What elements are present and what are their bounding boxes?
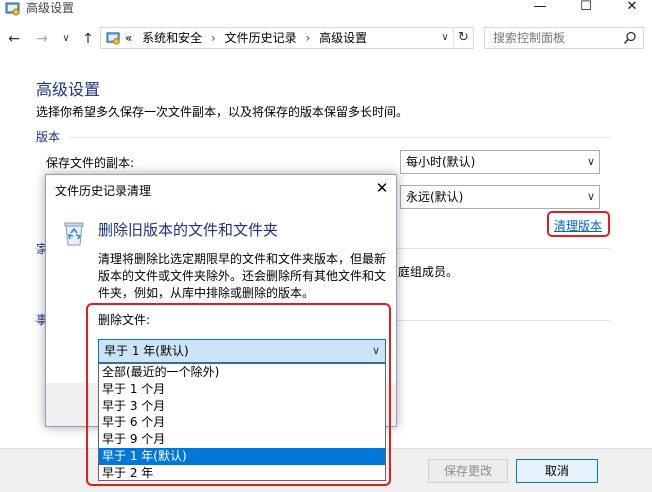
up-button[interactable]: ↑ xyxy=(78,29,98,49)
delete-files-label: 删除文件: xyxy=(98,313,151,327)
versions-section-header: 版本 xyxy=(36,130,61,144)
delete-files-value: 早于 1 年(默认) xyxy=(104,344,189,358)
search-placeholder: 搜索控制面板 xyxy=(493,31,566,45)
navigation-bar: ← → ∨ ↑ « 系统和安全 › 文件历史记录 › 高级设置 ∨ ↻ 搜索控制… xyxy=(0,24,652,54)
delete-files-select[interactable]: 早于 1 年(默认) ∨ xyxy=(98,339,386,363)
recent-locations-button[interactable]: ∨ xyxy=(56,29,76,49)
dialog-heading: 删除旧版本的文件和文件夹 xyxy=(98,221,279,239)
dropdown-option[interactable]: 早于 2 年 xyxy=(99,465,385,482)
back-button[interactable]: ← xyxy=(4,29,24,49)
maximize-button[interactable]: ☐ xyxy=(566,0,606,18)
refresh-button[interactable]: ↻ xyxy=(453,28,473,48)
recycle-bin-icon xyxy=(64,222,84,246)
cleanup-versions-highlight: 清理版本 xyxy=(547,211,610,237)
breadcrumb-separator[interactable]: › xyxy=(306,31,311,45)
control-panel-icon xyxy=(106,32,120,45)
dropdown-option[interactable]: 早于 9 个月 xyxy=(99,431,385,448)
address-dropdown-button[interactable]: ∨ xyxy=(437,28,453,48)
close-window-button[interactable]: ✕ xyxy=(612,0,652,18)
address-bar[interactable]: « 系统和安全 › 文件历史记录 › 高级设置 ∨ ↻ xyxy=(100,27,474,49)
breadcrumb-item[interactable]: 高级设置 xyxy=(319,31,367,45)
title-bar: 高级设置 — ☐ ✕ xyxy=(0,0,652,20)
save-changes-button[interactable]: 保存更改 xyxy=(428,459,508,483)
breadcrumb-item[interactable]: 文件历史记录 xyxy=(225,31,297,45)
window-title: 高级设置 xyxy=(26,1,75,15)
dropdown-option[interactable]: 早于 1 年(默认) xyxy=(99,447,385,465)
save-frequency-value: 每小时(默认) xyxy=(406,155,476,169)
cleanup-versions-link[interactable]: 清理版本 xyxy=(554,217,602,234)
keep-versions-value: 永远(默认) xyxy=(406,190,464,204)
save-copies-label: 保存文件的副本: xyxy=(46,156,135,170)
control-panel-icon xyxy=(5,2,20,16)
dialog-description: 清理将删除比选定期限早的文件和文件夹版本，但最新版本的文件或文件夹除外。还会删除… xyxy=(98,252,387,300)
dropdown-option[interactable]: 早于 3 个月 xyxy=(99,398,385,415)
breadcrumb: « 系统和安全 › 文件历史记录 › 高级设置 xyxy=(125,28,367,48)
page-title: 高级设置 xyxy=(36,80,101,99)
search-icon[interactable] xyxy=(623,31,637,45)
keep-versions-select[interactable]: 永远(默认) ∨ xyxy=(400,185,600,209)
homegroup-text: 庭组成员。 xyxy=(398,265,459,279)
delete-files-options: 全部(最近的一个除外) 早于 1 个月 早于 3 个月 早于 6 个月 早于 9… xyxy=(98,363,386,481)
divider xyxy=(70,137,610,138)
breadcrumb-overflow[interactable]: « xyxy=(125,31,132,45)
forward-button[interactable]: → xyxy=(32,29,52,49)
dropdown-option[interactable]: 早于 1 个月 xyxy=(99,381,385,398)
page-description: 选择你希望多久保存一次文件副本，以及将保存的版本保留多长时间。 xyxy=(36,105,409,119)
dialog-title: 文件历史记录清理 xyxy=(55,184,152,198)
dropdown-option[interactable]: 全部(最近的一个除外) xyxy=(99,364,385,381)
save-frequency-select[interactable]: 每小时(默认) ∨ xyxy=(400,150,600,174)
chevron-down-icon: ∨ xyxy=(586,190,595,203)
dialog-close-button[interactable]: ✕ xyxy=(372,178,392,198)
chevron-down-icon: ∨ xyxy=(586,155,595,168)
chevron-down-icon: ∨ xyxy=(371,344,380,357)
dropdown-option[interactable]: 早于 6 个月 xyxy=(99,414,385,431)
breadcrumb-item[interactable]: 系统和安全 xyxy=(142,31,202,45)
breadcrumb-separator[interactable]: › xyxy=(211,31,216,45)
search-input[interactable]: 搜索控制面板 xyxy=(484,27,644,49)
minimize-button[interactable]: — xyxy=(520,0,560,18)
cancel-button[interactable]: 取消 xyxy=(516,459,598,483)
